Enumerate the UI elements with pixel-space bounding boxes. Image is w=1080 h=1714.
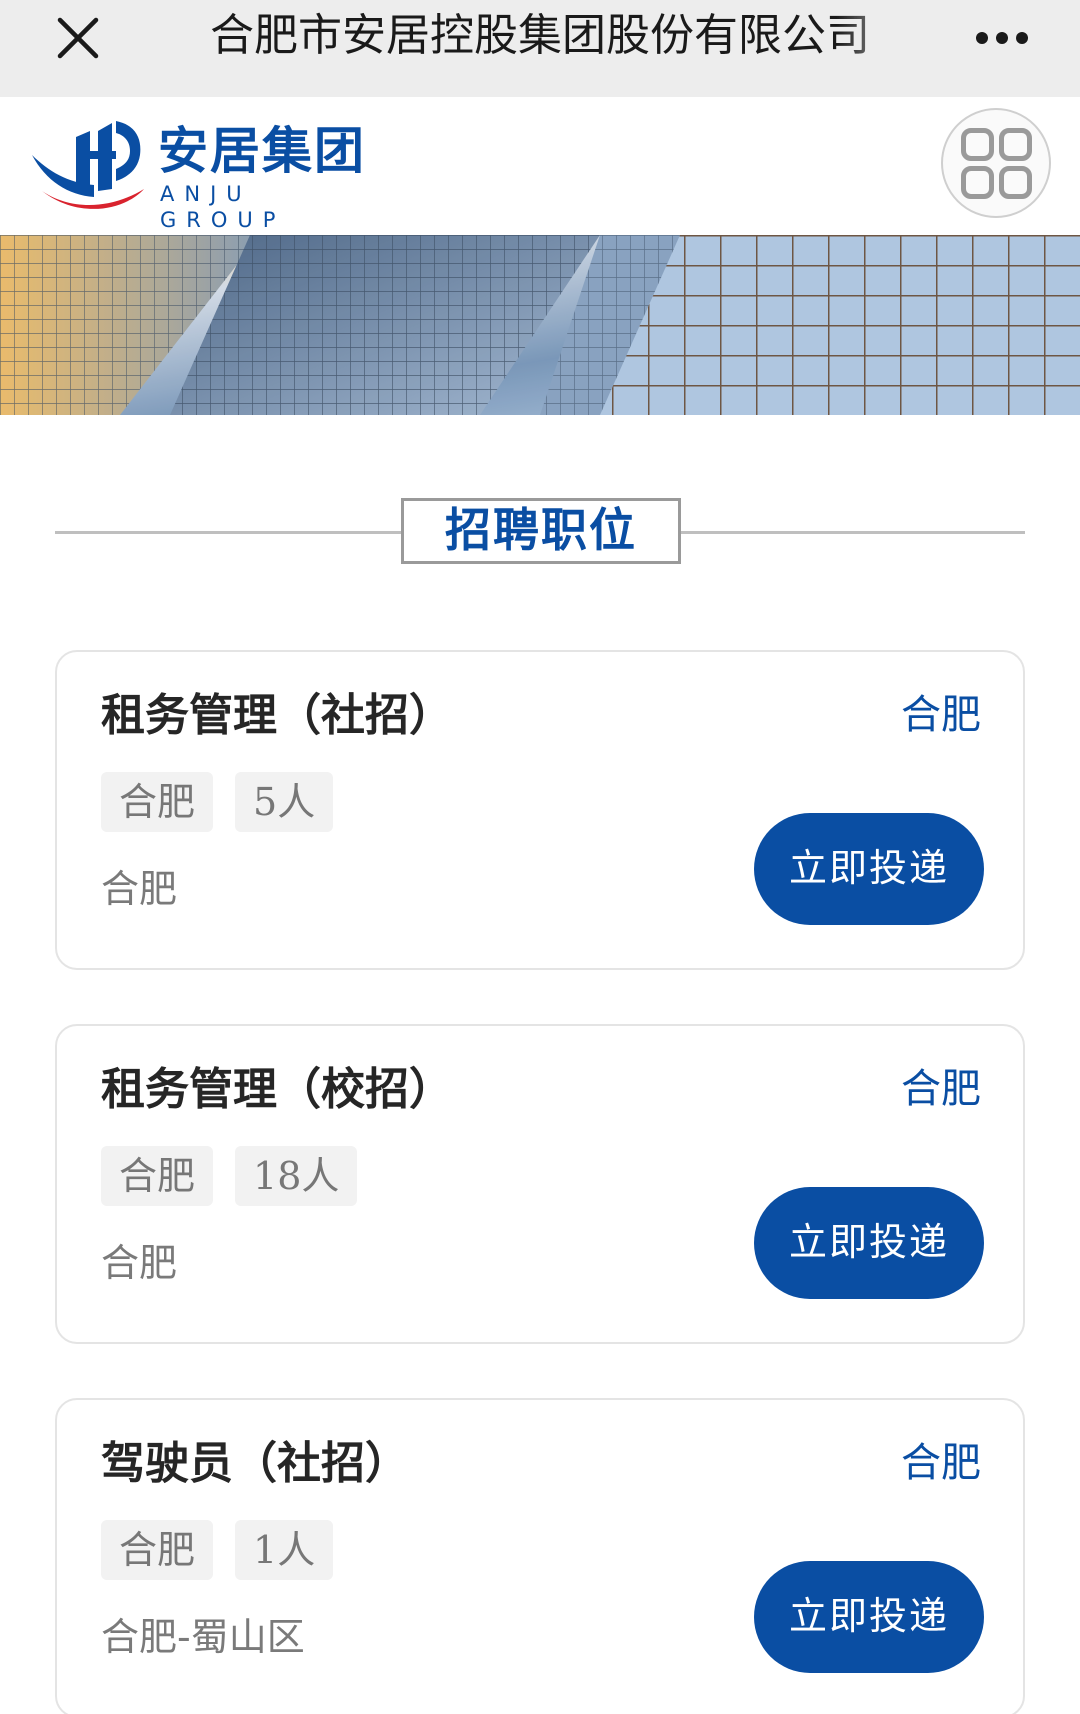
site-header: 安居集团 ANJU GROUP [0,97,1080,235]
tag-city: 合肥 [101,1520,214,1580]
divider-right [681,531,1025,534]
anju-logo-mark-icon [32,121,144,209]
anju-group-logo[interactable]: 安居集团 ANJU GROUP [28,111,388,232]
job-card[interactable]: 租务管理（校招） 合肥 合肥 18人 合肥 立即投递 [55,1024,1025,1344]
job-location: 合肥 [101,1241,178,1285]
job-city: 合肥 [901,692,981,738]
top-nav-bar: 合肥市安居控股集团股份有限公司 [0,0,1080,97]
job-tags: 合肥 1人 [101,1520,334,1580]
job-location: 合肥-蜀山区 [101,1615,305,1659]
close-icon[interactable] [52,12,104,64]
job-city: 合肥 [901,1440,981,1486]
page-title: 合肥市安居控股集团股份有限公司 [210,10,870,61]
job-city: 合肥 [901,1066,981,1112]
header-banner-image [0,235,1080,415]
tag-city: 合肥 [101,1146,214,1206]
job-card[interactable]: 租务管理（社招） 合肥 合肥 5人 合肥 立即投递 [55,650,1025,970]
apply-button[interactable]: 立即投递 [754,813,984,925]
apply-button[interactable]: 立即投递 [754,1561,984,1673]
job-tags: 合肥 5人 [101,772,334,832]
tag-city: 合肥 [101,772,214,832]
logo-english-text: ANJU GROUP [160,182,286,232]
apply-button[interactable]: 立即投递 [754,1187,984,1299]
job-location: 合肥 [101,867,178,911]
section-title: 招聘职位 [401,498,681,564]
more-dots-icon[interactable] [972,16,1032,56]
tag-headcount: 5人 [235,772,334,832]
section-heading: 招聘职位 [55,498,1025,566]
logo-chinese-text: 安居集团 [158,122,366,180]
job-title: 租务管理（校招） [101,1064,453,1115]
tag-headcount: 18人 [235,1146,358,1206]
tag-headcount: 1人 [235,1520,334,1580]
grid-menu-button[interactable] [941,108,1051,218]
job-card[interactable]: 驾驶员（社招） 合肥 合肥 1人 合肥-蜀山区 立即投递 [55,1398,1025,1714]
divider-left [55,531,401,534]
job-title: 驾驶员（社招） [101,1438,409,1489]
job-tags: 合肥 18人 [101,1146,358,1206]
job-title: 租务管理（社招） [101,690,453,741]
